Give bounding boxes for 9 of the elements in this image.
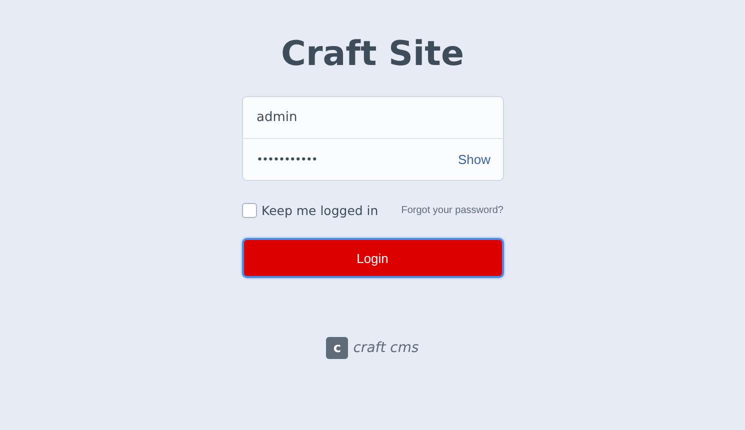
logo-icon: c [326,337,348,359]
remember-label: Keep me logged in [262,203,378,218]
login-button[interactable]: Login [242,238,504,278]
forgot-password-link[interactable]: Forgot your password? [401,205,504,216]
remember-checkbox[interactable] [242,203,256,218]
site-title: Craft Site [281,34,464,74]
logo-text: craft cms [353,340,419,356]
show-password-link[interactable]: Show [458,152,490,167]
username-field[interactable]: admin [242,96,504,139]
